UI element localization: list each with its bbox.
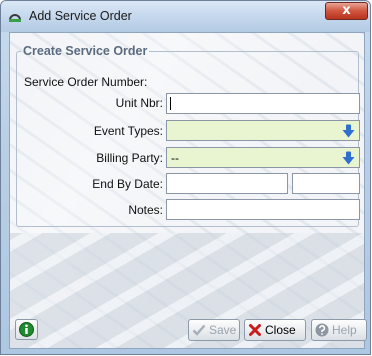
window-close-button[interactable]: x — [325, 2, 368, 20]
save-button[interactable]: Save — [188, 319, 240, 341]
info-icon — [19, 322, 34, 337]
event-types-dropdown[interactable] — [166, 120, 360, 141]
close-glyph: x — [342, 3, 351, 18]
close-button[interactable]: Close — [244, 319, 306, 341]
question-icon — [315, 323, 329, 337]
group-label: Create Service Order — [23, 44, 148, 58]
end-by-time-field[interactable] — [292, 173, 360, 194]
unit-nbr-label: Unit Nbr: — [115, 96, 163, 110]
dialog-body: Create Service Order Service Order Numbe… — [9, 32, 365, 349]
help-button[interactable]: Help — [311, 319, 367, 341]
notes-label: Notes: — [128, 203, 163, 217]
arrow-down-icon[interactable] — [342, 151, 355, 165]
billing-party-label: Billing Party: — [96, 151, 163, 165]
billing-party-value: -- — [171, 151, 179, 165]
dialog-window: Add Service Order x Create Service Order… — [0, 0, 371, 355]
close-label: Close — [265, 323, 296, 337]
app-icon — [9, 14, 21, 22]
end-by-date-field[interactable] — [166, 173, 288, 194]
billing-party-dropdown[interactable]: -- — [166, 147, 360, 168]
info-button[interactable] — [15, 319, 38, 340]
service-order-number-label: Service Order Number: — [24, 75, 148, 89]
save-label: Save — [209, 323, 237, 337]
x-icon — [249, 324, 261, 336]
event-types-label: Event Types: — [93, 124, 163, 138]
check-icon — [192, 324, 206, 336]
help-label: Help — [332, 323, 357, 337]
text-caret — [170, 97, 171, 110]
window-title: Add Service Order — [29, 9, 132, 23]
notes-field[interactable] — [166, 199, 360, 220]
title-bar[interactable]: Add Service Order x — [1, 1, 370, 32]
arrow-down-icon[interactable] — [342, 124, 355, 138]
unit-nbr-field[interactable] — [166, 93, 360, 114]
end-by-date-label: End By Date: — [92, 177, 163, 191]
